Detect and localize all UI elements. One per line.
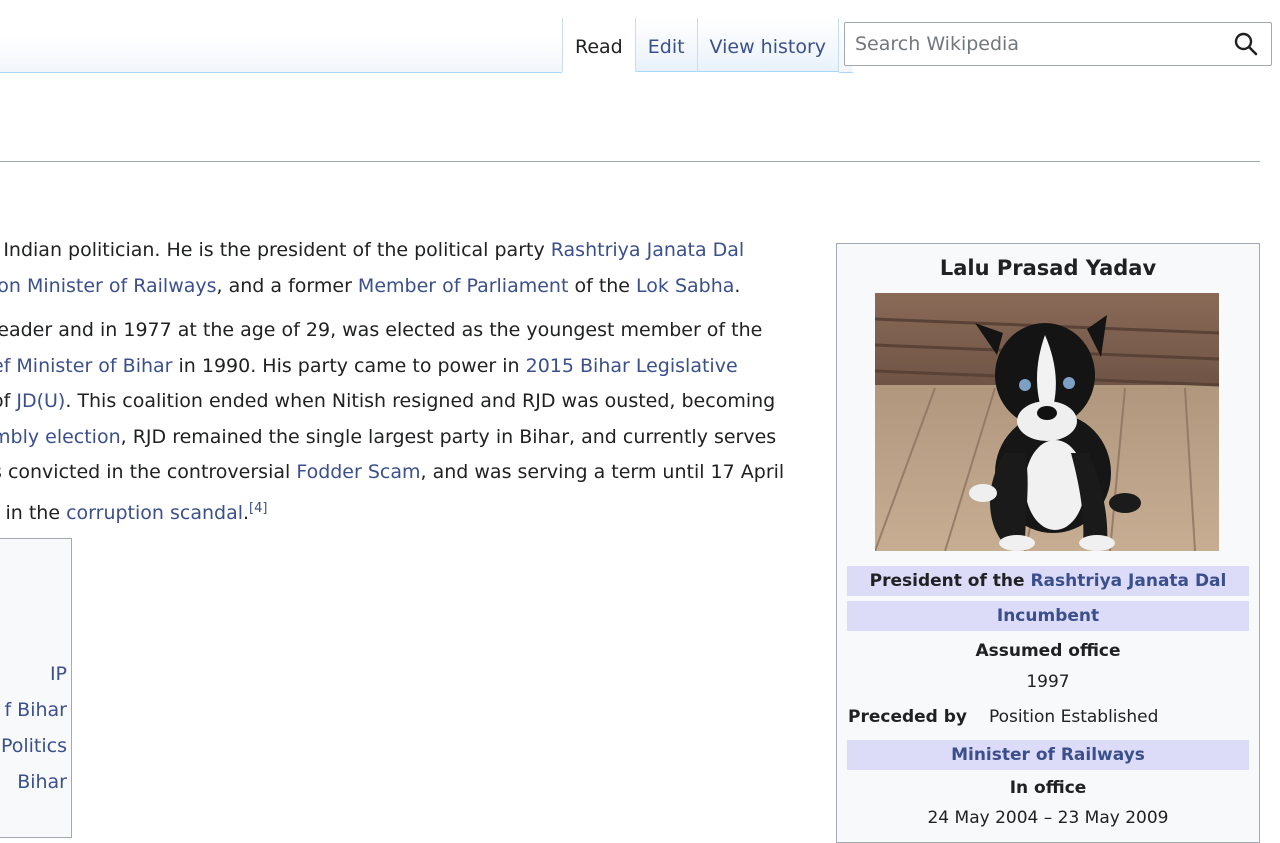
link-fodder-scam[interactable]: Fodder Scam xyxy=(296,461,420,483)
link-assembly-election[interactable]: mbly election xyxy=(0,426,121,448)
text-run: , RJD remained the single largest party … xyxy=(120,425,777,448)
tab-edit-label: Edit xyxy=(647,35,685,58)
tab-view-history[interactable]: View history xyxy=(697,18,840,72)
in-office-label: In office xyxy=(1009,778,1087,798)
link-jdu[interactable]: JD(U) xyxy=(16,390,65,412)
office-president-prefix: President of the xyxy=(869,571,1031,591)
preceded-by-label: Preceded by xyxy=(848,707,968,727)
text-run: of xyxy=(0,390,11,413)
infobox-title: Lalu Prasad Yadav xyxy=(939,256,1157,280)
paragraph-line: t in the corruption scandal.[4] xyxy=(0,491,820,527)
paragraph-line: ion Minister of Railways, and a former M… xyxy=(0,269,820,305)
search-icon[interactable] xyxy=(1233,31,1259,57)
assumed-office-year: 1997 xyxy=(1026,672,1070,692)
paragraph-line: mbly election, RJD remained the single l… xyxy=(0,420,820,456)
text-run: , and was serving a term until 17 April xyxy=(420,461,785,484)
paragraph-line: leader and in 1977 at the age of 29, was… xyxy=(0,313,820,349)
page-tabs: Read Edit View history xyxy=(562,18,854,73)
link-rashtriya-janata-dal[interactable]: Rashtriya Janata Dal xyxy=(551,239,744,261)
text-run: . This coalition ended when Nitish resig… xyxy=(65,390,776,413)
sidebox-item[interactable]: Politics xyxy=(1,735,67,757)
link-member-of-parliament[interactable]: Member of Parliament xyxy=(358,275,569,297)
link-incumbent[interactable]: Incumbent xyxy=(997,606,1099,626)
link-2015-bihar-legislative[interactable]: 2015 Bihar Legislative xyxy=(526,355,738,377)
paragraph-line: of JD(U). This coalition ended when Niti… xyxy=(0,384,820,420)
intro-paragraph: ı Indian politician. He is the president… xyxy=(0,233,820,304)
text-run: of the xyxy=(568,274,637,297)
search-box xyxy=(844,22,1272,66)
heading-divider xyxy=(0,161,1260,162)
assumed-office-label: Assumed office xyxy=(975,641,1121,661)
office-minister-band: Minister of Railways xyxy=(847,740,1249,770)
office-president-band: President of the Rashtriya Janata Dal xyxy=(847,566,1249,596)
link-infobox-rashtriya-janata-dal[interactable]: Rashtriya Janata Dal xyxy=(1030,571,1226,591)
tab-read-label: Read xyxy=(575,35,623,58)
paragraph-line: ef Minister of Bihar in 1990. His party … xyxy=(0,349,820,385)
text-run: s convicted in the controversial xyxy=(0,461,297,484)
series-sidebox: IP f Bihar Politics Bihar xyxy=(0,538,72,838)
header-strip xyxy=(0,0,562,73)
sidebox-item[interactable]: Bihar xyxy=(17,771,67,793)
text-run: in 1990. His party came to power in xyxy=(172,354,526,377)
text-run: t in the xyxy=(0,501,61,524)
text-run: ı Indian politician. He is the president… xyxy=(0,239,551,261)
paragraph-line: s convicted in the controversial Fodder … xyxy=(0,455,820,491)
link-corruption-scandal[interactable]: corruption scandal xyxy=(66,502,243,524)
sidebox-item[interactable]: IP xyxy=(50,663,67,685)
incumbent-band: Incumbent xyxy=(847,601,1249,631)
in-office-dates: 24 May 2004 – 23 May 2009 xyxy=(927,808,1169,828)
paragraph-line: ı Indian politician. He is the president… xyxy=(0,233,820,269)
text-run: , and a former xyxy=(216,274,358,297)
tab-read[interactable]: Read xyxy=(562,18,636,72)
reference-4[interactable]: [4] xyxy=(249,501,267,516)
infobox: Lalu Prasad Yadav President of the Rasht… xyxy=(836,243,1260,843)
tab-view-history-label: View history xyxy=(709,35,827,58)
link-lok-sabha[interactable]: Lok Sabha xyxy=(636,275,734,297)
text-run: leader and in 1977 at the age of 29, was… xyxy=(0,319,763,341)
sidebox-item[interactable]: f Bihar xyxy=(4,699,67,721)
tab-edit[interactable]: Edit xyxy=(635,18,698,72)
link-chief-minister-of-bihar[interactable]: ef Minister of Bihar xyxy=(0,355,172,377)
link-minister-of-railways[interactable]: Minister of Railways xyxy=(951,745,1145,765)
search-input[interactable] xyxy=(845,33,1233,55)
link-union-minister-of-railways[interactable]: ion Minister of Railways xyxy=(0,275,217,297)
infobox-photo[interactable] xyxy=(875,293,1219,551)
career-paragraph: leader and in 1977 at the age of 29, was… xyxy=(0,313,820,527)
preceded-by-value: Position Established xyxy=(989,707,1159,727)
text-run: . xyxy=(734,274,741,297)
